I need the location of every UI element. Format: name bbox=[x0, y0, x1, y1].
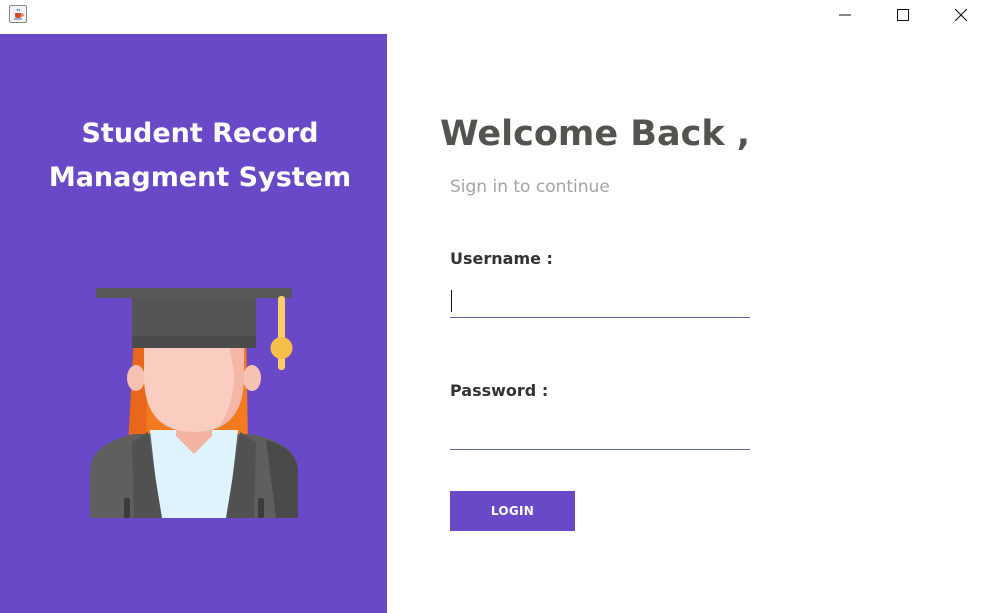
password-label: Password : bbox=[450, 381, 549, 400]
minimize-icon bbox=[839, 14, 851, 16]
system-title-line-2: Managment System bbox=[48, 162, 352, 193]
login-button[interactable]: LOGIN bbox=[450, 491, 575, 531]
java-app-icon bbox=[9, 5, 27, 23]
system-title: Student Record Managment System bbox=[0, 112, 400, 200]
maximize-button[interactable] bbox=[880, 0, 926, 30]
close-icon bbox=[955, 9, 967, 21]
welcome-heading: Welcome Back , bbox=[440, 114, 751, 154]
window-titlebar bbox=[0, 0, 990, 34]
text-cursor bbox=[451, 290, 452, 312]
username-label: Username : bbox=[450, 249, 553, 268]
close-button[interactable] bbox=[938, 0, 984, 30]
branding-panel: Student Record Managment System bbox=[0, 34, 387, 613]
signin-subtitle: Sign in to continue bbox=[450, 177, 610, 197]
password-input[interactable] bbox=[450, 418, 750, 450]
minimize-button[interactable] bbox=[822, 0, 868, 30]
username-input[interactable] bbox=[450, 286, 750, 318]
graduate-student-icon bbox=[90, 288, 298, 518]
maximize-icon bbox=[897, 9, 909, 21]
system-title-line-1: Student Record bbox=[81, 118, 319, 149]
